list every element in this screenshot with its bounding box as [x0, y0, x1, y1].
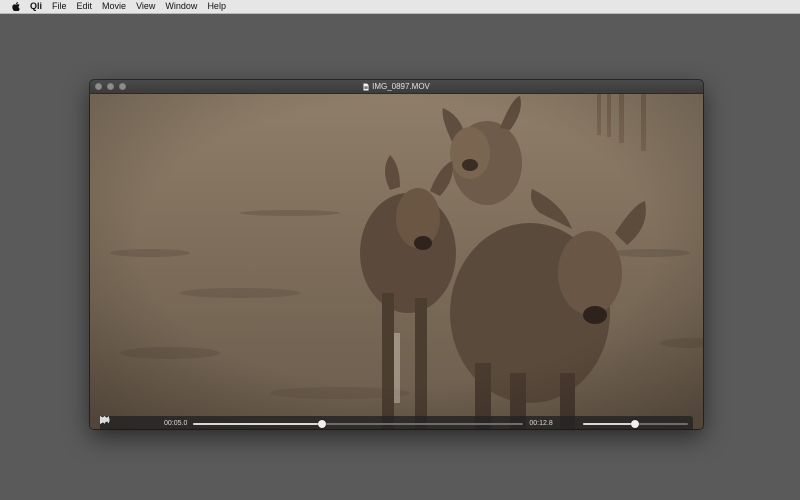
- movie-file-icon: [363, 82, 369, 91]
- window-controls: [95, 83, 126, 90]
- menu-file[interactable]: File: [52, 0, 67, 13]
- menu-bar: Qli File Edit Movie View Window Help: [0, 0, 800, 14]
- playback-controls: 00:05.0 00:12.8: [100, 416, 693, 429]
- menu-view[interactable]: View: [136, 0, 155, 13]
- close-button[interactable]: [95, 83, 102, 90]
- apple-icon[interactable]: [12, 2, 20, 11]
- rewind-button[interactable]: [100, 416, 120, 429]
- remaining-time: 00:12.8: [529, 420, 553, 427]
- menu-app-name[interactable]: Qli: [30, 0, 42, 13]
- timeline-knob[interactable]: [318, 419, 327, 428]
- window-title: IMG_0897.MOV: [372, 82, 430, 91]
- volume-level: [582, 422, 636, 425]
- video-picture: [90, 93, 703, 429]
- title-bar[interactable]: IMG_0897.MOV: [90, 80, 703, 94]
- video-frame[interactable]: 00:05.0 00:12.8: [90, 93, 703, 429]
- volume-knob[interactable]: [631, 419, 640, 428]
- current-time: 00:05.0: [164, 420, 188, 427]
- menu-help[interactable]: Help: [207, 0, 226, 13]
- mute-button[interactable]: [100, 416, 577, 429]
- menu-edit[interactable]: Edit: [77, 0, 93, 13]
- zoom-button[interactable]: [119, 83, 126, 90]
- menu-window[interactable]: Window: [165, 0, 197, 13]
- timeline-scrubber[interactable]: [193, 419, 524, 428]
- play-button[interactable]: [100, 416, 134, 429]
- fast-forward-button[interactable]: [100, 416, 147, 429]
- menu-movie[interactable]: Movie: [102, 0, 126, 13]
- volume-slider[interactable]: [582, 419, 688, 428]
- speaker-icon: [100, 416, 110, 424]
- minimize-button[interactable]: [107, 83, 114, 90]
- timeline-progress: [193, 422, 323, 425]
- player-window: IMG_0897.MOV 00:05.0 00:12.8: [90, 80, 703, 429]
